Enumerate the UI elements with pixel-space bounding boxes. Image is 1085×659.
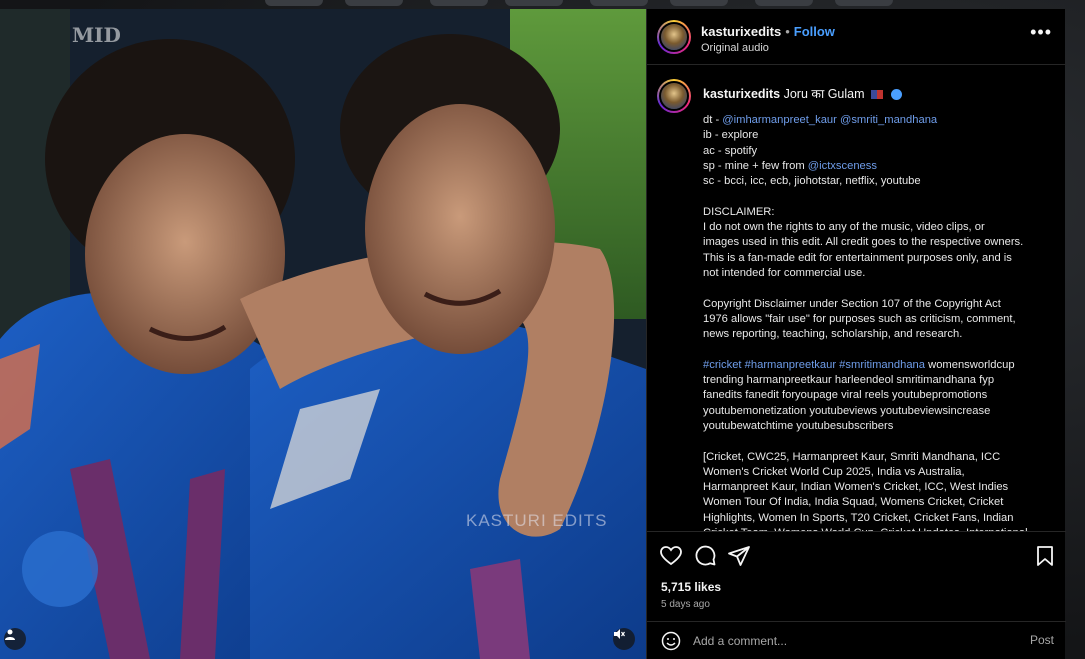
caption-text: dt - @imharmanpreet_kaur @smriti_mandhan… [703,113,1043,531]
comment-icon[interactable] [693,544,717,568]
caption-line: #cricket #harmanpreetkaur #smritimandhan… [703,358,1043,373]
caption-head: kasturixedits Joru का Gulam [703,85,902,102]
caption-text-segment: dt - [703,114,723,126]
caption-line: youtubewatchtime youtubesubscribers [703,419,1043,434]
caption-line: ib - explore [703,128,1043,143]
bookmark-icon[interactable] [1033,544,1057,568]
caption-line: news reporting, teaching, scholarship, a… [703,327,1043,342]
caption-text-segment: youtubewatchtime youtubesubscribers [703,419,894,432]
post-details-panel: kasturixedits • Follow Original audio ••• … [646,9,1066,659]
caption-text-segment: I do not own the rights to any of the mu… [703,221,985,234]
emoji-icon[interactable] [661,631,681,651]
caption-line: 1976 allows "fair use" for purposes such… [703,312,1043,327]
caption-text-segment: ac - spotify [703,144,758,157]
caption-text-segment: trending harmanpreetkaur harleendeol smr… [703,374,995,387]
share-icon[interactable] [727,544,751,568]
top-tab [755,0,813,6]
top-tab [835,0,893,6]
caption-text-segment: fanedits fanedit foryoupage viral reels … [703,389,988,402]
caption-line: This is a fan-made edit for entertainmen… [703,251,1043,266]
follow-button[interactable]: Follow [794,24,835,39]
caption-text-segment: [Cricket, CWC25, Harmanpreet Kaur, Smrit… [703,450,1001,463]
caption-username[interactable]: kasturixedits [703,87,780,101]
caption-line: I do not own the rights to any of the mu… [703,220,1043,235]
post-media-video[interactable]: MID KASTURI EDITS [0,9,646,659]
dot-separator: • [785,24,790,39]
post-header: kasturixedits • Follow Original audio ••• [647,9,1066,65]
avatar[interactable] [657,20,691,54]
caption-text-segment: youtubemonetization youtubeviews youtube… [703,404,991,417]
comment-bar: Post [647,621,1066,659]
caption-line: dt - @imharmanpreet_kaur @smriti_mandhan… [703,113,1043,128]
caption-line: fanedits fanedit foryoupage viral reels … [703,388,1043,403]
person-icon[interactable] [4,628,26,650]
caption-link[interactable]: @imharmanpreet_kaur @smriti_mandhana [722,114,937,126]
caption-line: Copyright Disclaimer under Section 107 o… [703,297,1043,312]
comment-input[interactable] [693,632,993,650]
caption-text-segment: Copyright Disclaimer under Section 107 o… [703,297,1001,310]
flag-emoji-icon [871,90,884,100]
caption-title: Joru का Gulam [783,87,865,101]
caption-text-segment: womensworldcup [925,358,1015,371]
caption-line: DISCLAIMER: [703,205,1043,220]
caption-line: Women's Cricket World Cup 2025, India vs… [703,465,1043,480]
avatar[interactable] [657,79,691,113]
caption-line: [Cricket, CWC25, Harmanpreet Kaur, Smrit… [703,450,1043,465]
audio-link[interactable]: Original audio [701,42,769,54]
caption-line: images used in this edit. All credit goe… [703,235,1043,250]
caption-text-segment: sc - bcci, icc, ecb, jiohotstar, netflix… [703,175,921,188]
header-user-row: kasturixedits • Follow [701,24,835,39]
caption-text-segment: DISCLAIMER: [703,205,775,218]
speaker-muted-icon[interactable] [613,628,635,650]
caption-line: Highlights, Women In Sports, T20 Cricket… [703,511,1043,526]
caption-line: ac - spotify [703,144,1043,159]
caption-scroll-area[interactable]: kasturixedits Joru का Gulam dt - @imharm… [647,65,1066,531]
post-actions: 5,715 likes 5 days ago [647,531,1066,621]
top-tab [590,0,648,6]
top-strip [0,0,1085,8]
heart-icon[interactable] [659,544,683,568]
top-tab [345,0,403,6]
caption-text-segment: Women's Cricket World Cup 2025, India vs… [703,465,965,478]
post-comment-button[interactable]: Post [1030,633,1054,647]
caption-line: sp - mine + few from @ictxsceness [703,159,1043,174]
caption-text-segment: ib - explore [703,129,759,142]
background-logo-text: MID [72,23,121,47]
caption-text-segment: not intended for commercial use. [703,266,866,279]
caption-line: trending harmanpreetkaur harleendeol smr… [703,373,1043,388]
top-tab [430,0,488,6]
globe-emoji-icon [890,89,902,101]
top-tab [670,0,728,6]
caption-line: sc - bcci, icc, ecb, jiohotstar, netflix… [703,174,1043,189]
caption-link[interactable]: @ictxsceness [808,160,877,172]
caption-text-segment: Highlights, Women In Sports, T20 Cricket… [703,511,1014,524]
caption-text-segment: news reporting, teaching, scholarship, a… [703,328,963,341]
caption-text-segment: Women Tour Of India, India Squad, Womens… [703,496,1004,509]
caption-line: not intended for commercial use. [703,266,1043,281]
top-tab [265,0,323,6]
caption-line: Women Tour Of India, India Squad, Womens… [703,495,1043,510]
post-timestamp[interactable]: 5 days ago [661,599,710,610]
caption-text-segment: images used in this edit. All credit goe… [703,236,1024,249]
caption-text-segment: sp - mine + few from [703,159,808,172]
caption-text-segment: 1976 allows "fair use" for purposes such… [703,312,1016,325]
more-options-icon[interactable]: ••• [1030,23,1052,41]
likes-count[interactable]: 5,715 likes [661,580,721,594]
video-frame-illustration [0,9,646,659]
author-username[interactable]: kasturixedits [701,24,781,39]
caption-line: youtubemonetization youtubeviews youtube… [703,404,1043,419]
caption-line: Harmanpreet Kaur, Indian Women's Cricket… [703,480,1043,495]
video-watermark: KASTURI EDITS [466,511,608,530]
caption-link[interactable]: #cricket #harmanpreetkaur #smritimandhan… [703,359,925,371]
caption-text-segment: This is a fan-made edit for entertainmen… [703,251,1012,264]
top-tab [505,0,563,6]
caption-text-segment: Harmanpreet Kaur, Indian Women's Cricket… [703,481,1009,494]
